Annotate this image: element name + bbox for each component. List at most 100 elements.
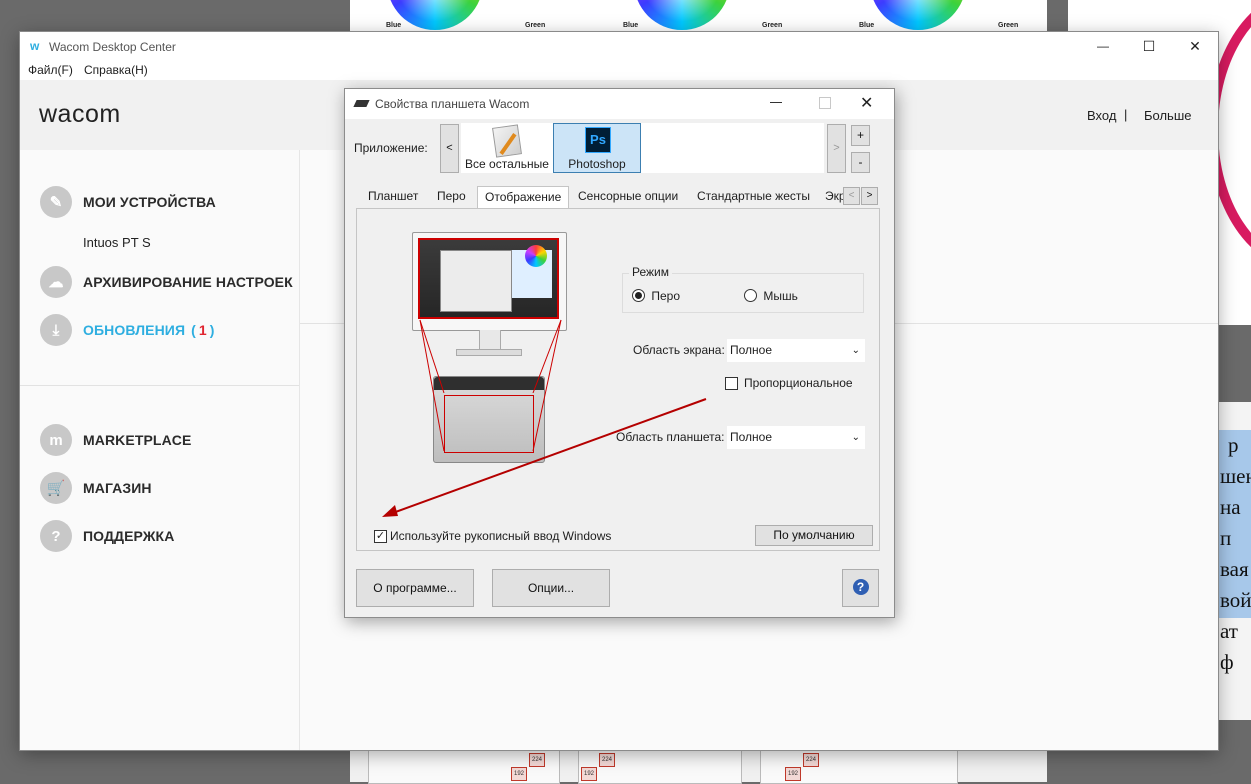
help-icon: ?: [852, 579, 869, 595]
updates-count-badge: 1: [198, 322, 207, 338]
windows-ink-checkbox[interactable]: ✓ Используйте рукописный ввод Windows: [374, 529, 634, 545]
dialog-maximize-button: [819, 97, 831, 109]
tab-scroll-left-button[interactable]: <: [843, 187, 860, 205]
sidebar-item-label: МОИ УСТРОЙСТВА: [83, 194, 216, 210]
background-document-bottom: 224 192 224 192 224 192: [350, 750, 1047, 784]
cart-icon: 🛒: [40, 472, 72, 504]
cloud-upload-icon: ☁: [40, 266, 72, 298]
color-wheel-image: [870, 0, 966, 30]
tab-mapping[interactable]: Отображение: [477, 186, 570, 210]
monitor-tablet-illustration: [412, 232, 567, 472]
background-document-top: Blue Green Blue Green Blue Green: [350, 0, 1047, 32]
close-button[interactable]: ✕: [1172, 32, 1218, 60]
wheel-label: Green: [525, 22, 546, 29]
sidebar-item-backup[interactable]: ☁ АРХИВИРОВАНИЕ НАСТРОЕК: [40, 266, 293, 298]
tab-strip: Планшет Перо Отображение Сенсорные опции…: [356, 186, 880, 210]
app-scroll-right-button[interactable]: >: [827, 124, 846, 173]
about-button[interactable]: О программе...: [356, 569, 474, 607]
sidebar: ✎ МОИ УСТРОЙСТВА Intuos PT S ☁ АРХИВИРОВ…: [20, 150, 300, 750]
question-icon: ?: [40, 520, 72, 552]
dialog-title: Свойства планшета Wacom: [375, 97, 530, 111]
screen-area-dropdown[interactable]: Полное ⌄: [727, 339, 865, 362]
updates-count-open: (: [191, 322, 196, 338]
mapping-lines: [419, 319, 562, 452]
more-link[interactable]: Больше: [1144, 108, 1192, 123]
sidebar-item-label: ОБНОВЛЕНИЯ: [83, 322, 186, 338]
side-text-line: шен: [1220, 464, 1251, 488]
menu-help[interactable]: Справка(H): [84, 63, 148, 77]
tab-scroll-right-button[interactable]: >: [861, 187, 878, 205]
sidebar-item-my-devices[interactable]: ✎ МОИ УСТРОЙСТВА: [40, 186, 216, 218]
edit-icon: ✎: [40, 186, 72, 218]
header-separator: |: [1124, 107, 1128, 122]
app-item-all-others[interactable]: Все остальные: [464, 124, 550, 172]
grid-label: 224: [529, 753, 545, 767]
tablet-area-value: Полное: [730, 430, 773, 444]
checkbox-unchecked-icon: [725, 377, 738, 390]
tab-standard-gestures[interactable]: Стандартные жесты: [697, 186, 810, 207]
remove-application-button[interactable]: -: [851, 152, 870, 173]
side-text-line: вой: [1220, 588, 1251, 612]
app-scroll-left-button[interactable]: <: [440, 124, 459, 173]
dialog-close-button[interactable]: ✕: [860, 93, 873, 113]
sidebar-divider: [20, 385, 299, 386]
grid-label: 192: [511, 767, 527, 781]
windows-ink-label: Используйте рукописный ввод Windows: [390, 529, 612, 543]
menu-file[interactable]: Файл(F): [28, 63, 73, 77]
wheel-label: Blue: [623, 22, 639, 29]
default-button[interactable]: По умолчанию: [755, 525, 873, 546]
perspective-grid-image: 224 192: [760, 750, 958, 784]
tab-screen-truncated[interactable]: Экр: [825, 186, 843, 207]
wacom-app-icon: w: [30, 39, 40, 53]
color-wheel-image: [387, 0, 483, 30]
maximize-button[interactable]: ☐: [1126, 32, 1172, 60]
marketplace-icon: m: [40, 424, 72, 456]
dialog-minimize-button[interactable]: [770, 102, 782, 103]
photoshop-icon: Ps: [585, 127, 611, 153]
help-button[interactable]: ?: [842, 569, 879, 607]
title-bar: w Wacom Desktop Center — ☐ ✕: [20, 32, 1218, 60]
device-name[interactable]: Intuos PT S: [83, 235, 151, 250]
app-item-photoshop[interactable]: Ps Photoshop: [553, 123, 641, 173]
chevron-down-icon: ⌄: [851, 432, 860, 443]
grid-label: 224: [803, 753, 819, 767]
app-item-label: Все остальные: [465, 157, 549, 171]
tab-pen[interactable]: Перо: [437, 186, 466, 207]
application-list: Все остальные Ps Photoshop: [461, 123, 824, 173]
background-document-text: р шен на п вая вой ат ф: [1218, 402, 1251, 720]
add-application-button[interactable]: +: [851, 125, 870, 146]
screen-area-label: Область экрана:: [633, 343, 725, 357]
tab-touch-options[interactable]: Сенсорные опции: [578, 186, 678, 207]
selected-text-block: р шен на п вая вой ат ф: [1218, 430, 1251, 674]
perspective-grid-image: 224 192: [578, 750, 742, 784]
side-text-line: ат ф: [1220, 619, 1238, 674]
sidebar-item-updates[interactable]: ⤓ ОБНОВЛЕНИЯ ( 1 ): [40, 314, 215, 346]
options-button[interactable]: Опции...: [492, 569, 610, 607]
radio-selected-icon: [632, 289, 645, 302]
download-icon: ⤓: [40, 314, 72, 346]
perspective-grid-image: 224 192: [368, 750, 560, 784]
grid-label: 192: [581, 767, 597, 781]
wheel-label: Blue: [386, 22, 402, 29]
grid-label: 192: [785, 767, 801, 781]
app-item-label: Photoshop: [568, 157, 626, 171]
proportional-checkbox[interactable]: Пропорциональное: [725, 376, 865, 392]
tablet-area-dropdown[interactable]: Полное ⌄: [727, 426, 865, 449]
dialog-title-bar: Свойства планшета Wacom ✕: [345, 89, 894, 119]
sidebar-item-shop[interactable]: 🛒 МАГАЗИН: [40, 472, 152, 504]
mode-pen-radio[interactable]: Перо: [632, 289, 680, 303]
login-link[interactable]: Вход: [1087, 108, 1116, 123]
wheel-label: Green: [762, 22, 783, 29]
sidebar-item-support[interactable]: ? ПОДДЕРЖКА: [40, 520, 174, 552]
mode-mouse-radio[interactable]: Мышь: [744, 289, 798, 303]
side-text-line: р: [1228, 433, 1239, 457]
wheel-label: Green: [998, 22, 1019, 29]
tab-tablet[interactable]: Планшет: [368, 186, 418, 207]
tablet-area-label: Область планшета:: [616, 430, 725, 444]
sidebar-item-marketplace[interactable]: m MARKETPLACE: [40, 424, 191, 456]
grid-label: 224: [599, 753, 615, 767]
sidebar-item-label: МАГАЗИН: [83, 480, 152, 496]
minimize-button[interactable]: —: [1080, 32, 1126, 60]
proportional-label: Пропорциональное: [744, 376, 853, 390]
mode-group: Режим Перо Мышь: [622, 265, 864, 313]
